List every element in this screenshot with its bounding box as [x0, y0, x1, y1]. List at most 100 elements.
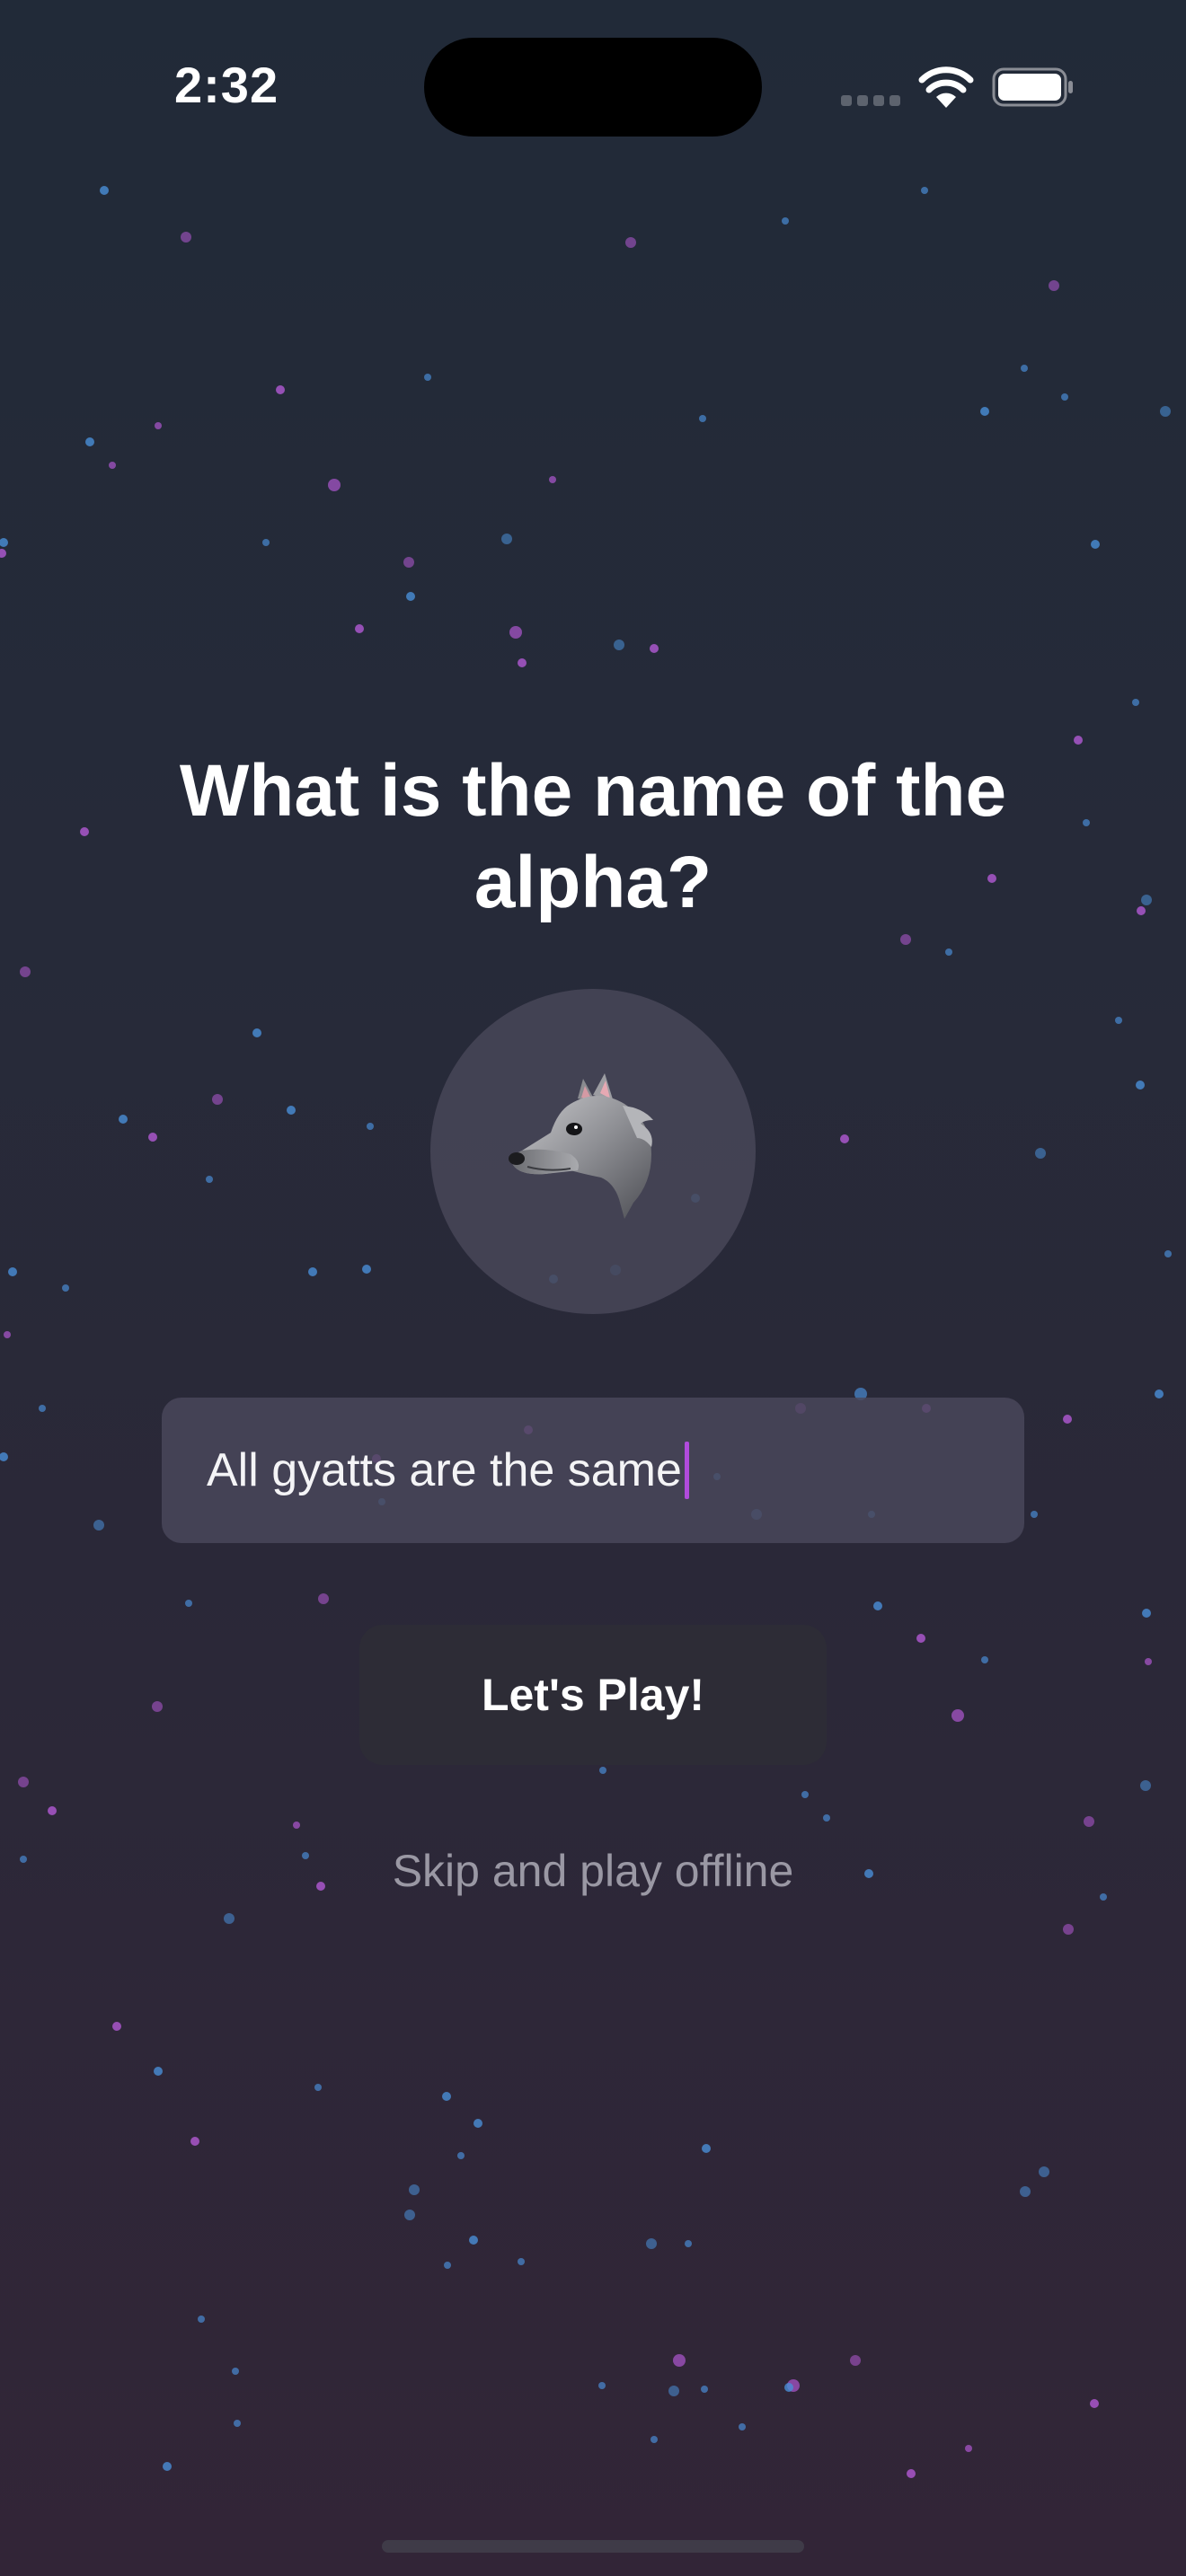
star-particle: [801, 1791, 809, 1798]
star-particle: [945, 948, 952, 956]
star-particle: [1049, 280, 1059, 291]
star-particle: [1164, 1250, 1172, 1257]
star-particle: [509, 626, 522, 639]
star-particle: [404, 2210, 415, 2220]
battery-icon: [992, 67, 1073, 107]
star-particle: [206, 1176, 213, 1183]
star-particle: [599, 1767, 606, 1774]
star-particle: [1132, 699, 1139, 706]
dynamic-island: [424, 38, 762, 137]
alpha-name-input[interactable]: All gyatts are the same: [162, 1398, 1024, 1543]
star-particle: [1020, 2186, 1031, 2197]
star-particle: [424, 374, 431, 381]
star-particle: [1063, 1415, 1072, 1424]
star-particle: [1142, 1609, 1151, 1618]
star-particle: [0, 538, 8, 547]
star-particle: [1074, 736, 1083, 745]
star-particle: [39, 1405, 46, 1412]
star-particle: [651, 2436, 658, 2443]
star-particle: [469, 2236, 478, 2245]
star-particle: [112, 2022, 121, 2031]
star-particle: [850, 2355, 861, 2366]
star-particle: [155, 422, 162, 429]
lets-play-button[interactable]: Let's Play!: [359, 1625, 827, 1765]
star-particle: [234, 2420, 241, 2427]
star-particle: [782, 217, 789, 225]
star-particle: [625, 237, 636, 248]
star-particle: [650, 644, 659, 653]
star-particle: [916, 1634, 925, 1643]
star-particle: [406, 592, 415, 601]
star-particle: [1100, 1893, 1107, 1901]
star-particle: [119, 1115, 128, 1124]
cellular-signal-icon: [841, 95, 902, 108]
star-particle: [224, 1913, 235, 1924]
star-particle: [1039, 2166, 1049, 2177]
star-particle: [85, 437, 94, 446]
star-particle: [8, 1267, 17, 1276]
star-particle: [1136, 1081, 1145, 1090]
star-particle: [1145, 1658, 1152, 1665]
star-particle: [154, 2067, 163, 2076]
star-particle: [262, 539, 270, 546]
star-particle: [181, 232, 191, 243]
star-particle: [48, 1806, 57, 1815]
home-indicator[interactable]: [382, 2540, 804, 2553]
star-particle: [212, 1094, 223, 1105]
star-particle: [474, 2119, 482, 2128]
star-particle: [614, 640, 624, 650]
star-particle: [646, 2238, 657, 2249]
skip-offline-button[interactable]: Skip and play offline: [270, 1845, 916, 1897]
star-particle: [1137, 906, 1146, 915]
star-particle: [980, 407, 989, 416]
star-particle: [1035, 1148, 1046, 1159]
star-particle: [1090, 2399, 1099, 2408]
star-particle: [18, 1777, 29, 1787]
star-particle: [0, 549, 6, 558]
star-particle: [668, 2386, 679, 2396]
star-particle: [921, 187, 928, 194]
status-time: 2:32: [174, 57, 279, 113]
star-particle: [185, 1600, 192, 1607]
star-particle: [1140, 1780, 1151, 1791]
star-particle: [739, 2423, 746, 2430]
star-particle: [518, 658, 527, 667]
star-particle: [1063, 1924, 1074, 1935]
star-particle: [308, 1267, 317, 1276]
star-particle: [232, 2368, 239, 2375]
star-particle: [328, 479, 341, 491]
star-particle: [80, 827, 89, 836]
star-particle: [1160, 406, 1171, 417]
star-particle: [442, 2092, 451, 2101]
star-particle: [900, 934, 911, 945]
star-particle: [702, 2144, 711, 2153]
star-particle: [1021, 365, 1028, 372]
star-particle: [314, 2084, 322, 2091]
star-particle: [981, 1656, 988, 1663]
star-particle: [198, 2316, 205, 2323]
star-particle: [362, 1265, 371, 1274]
star-particle: [598, 2382, 606, 2389]
star-particle: [367, 1123, 374, 1130]
star-particle: [93, 1520, 104, 1531]
wifi-icon: [918, 66, 974, 108]
star-particle: [457, 2152, 465, 2159]
star-particle: [699, 415, 706, 422]
star-particle: [1091, 540, 1100, 549]
star-particle: [287, 1106, 296, 1115]
star-particle: [1031, 1511, 1038, 1518]
star-particle: [0, 1452, 8, 1461]
star-particle: [1061, 393, 1068, 401]
page-title: What is the name of the alpha?: [179, 750, 1007, 923]
star-particle: [784, 2383, 793, 2392]
star-particle: [701, 2386, 708, 2393]
avatar[interactable]: [430, 989, 756, 1314]
star-particle: [4, 1331, 11, 1338]
text-cursor: [684, 1442, 689, 1499]
star-particle: [109, 462, 116, 469]
star-particle: [1155, 1389, 1164, 1398]
star-particle: [685, 2240, 692, 2247]
star-particle: [823, 1814, 830, 1822]
star-particle: [355, 624, 364, 633]
star-particle: [148, 1133, 157, 1142]
